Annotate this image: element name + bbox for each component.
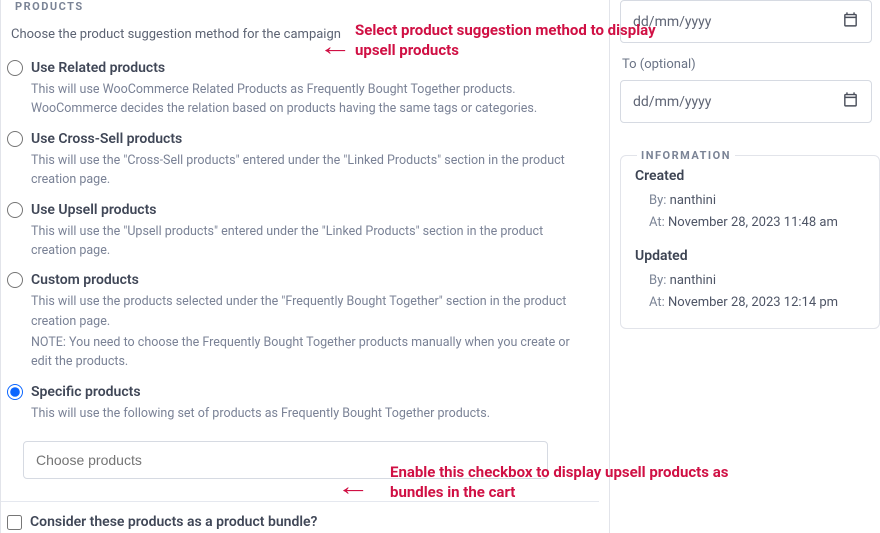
- choose-products-input[interactable]: [23, 441, 548, 479]
- radio-custom-note: NOTE: You need to choose the Frequently …: [31, 333, 571, 372]
- divider: [1, 501, 599, 502]
- radio-upsell-desc: This will use the "Upsell products" ente…: [31, 222, 571, 261]
- products-panel: PRODUCTS Choose the product suggestion m…: [0, 0, 610, 533]
- radio-custom-label[interactable]: Custom products: [31, 272, 139, 288]
- created-at: At: November 28, 2023 11:48 am: [635, 212, 865, 234]
- created-by: By: nanthini: [635, 190, 865, 212]
- date-to-placeholder: dd/mm/yyyy: [633, 94, 711, 110]
- radio-crosssell[interactable]: [7, 131, 23, 147]
- date-from-input[interactable]: dd/mm/yyyy: [620, 0, 872, 43]
- radio-crosssell-label[interactable]: Use Cross-Sell products: [31, 131, 182, 147]
- updated-at: At: November 28, 2023 12:14 pm: [635, 292, 865, 314]
- date-to-input[interactable]: dd/mm/yyyy: [620, 80, 872, 123]
- radio-specific-label[interactable]: Specific products: [31, 384, 141, 400]
- date-from-placeholder: dd/mm/yyyy: [633, 14, 711, 30]
- products-legend: PRODUCTS: [11, 0, 88, 13]
- radio-related[interactable]: [7, 60, 23, 76]
- radio-upsell[interactable]: [7, 202, 23, 218]
- bundle-checkbox-label[interactable]: Consider these products as a product bun…: [30, 514, 317, 530]
- radio-custom[interactable]: [7, 272, 23, 288]
- updated-by: By: nanthini: [635, 270, 865, 292]
- radio-related-desc: This will use WooCommerce Related Produc…: [31, 80, 571, 119]
- radio-crosssell-desc: This will use the "Cross-Sell products" …: [31, 151, 571, 190]
- radio-related-label[interactable]: Use Related products: [31, 60, 165, 76]
- radio-custom-desc: This will use the products selected unde…: [31, 292, 571, 331]
- choose-method-label: Choose the product suggestion method for…: [11, 27, 599, 42]
- side-panel: dd/mm/yyyy To (optional) dd/mm/yyyy INFO…: [610, 0, 880, 533]
- to-label: To (optional): [622, 57, 880, 72]
- option-specific: Specific products This will use the foll…: [1, 378, 599, 429]
- information-box: INFORMATION Created By: nanthini At: Nov…: [620, 149, 880, 329]
- calendar-icon: [842, 91, 859, 112]
- information-legend: INFORMATION: [637, 149, 735, 162]
- radio-specific[interactable]: [7, 384, 23, 400]
- option-upsell: Use Upsell products This will use the "U…: [1, 196, 599, 267]
- radio-specific-desc: This will use the following set of produ…: [31, 404, 571, 423]
- calendar-icon: [842, 11, 859, 32]
- radio-upsell-label[interactable]: Use Upsell products: [31, 202, 157, 218]
- bundle-checkbox[interactable]: [7, 515, 22, 530]
- updated-title: Updated: [635, 248, 865, 264]
- option-custom: Custom products This will use the produc…: [1, 266, 599, 378]
- option-related: Use Related products This will use WooCo…: [1, 54, 599, 125]
- created-title: Created: [635, 168, 865, 184]
- option-crosssell: Use Cross-Sell products This will use th…: [1, 125, 599, 196]
